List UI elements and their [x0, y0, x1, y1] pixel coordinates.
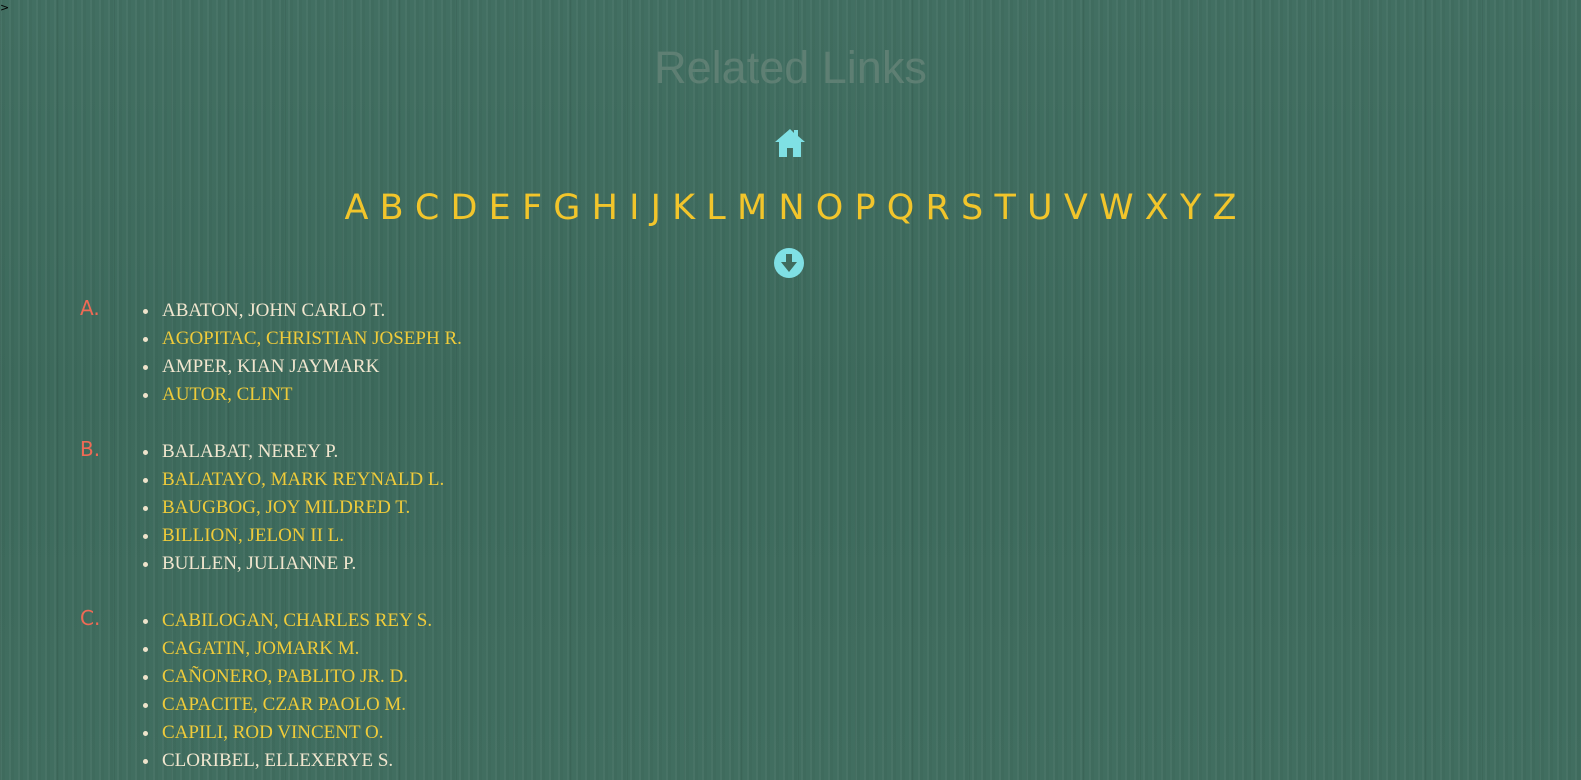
name-list: BALABAT, NEREY P. BALATAYO, MARK REYNALD …: [142, 438, 444, 578]
section-letter: C.: [80, 606, 101, 630]
alpha-link-r[interactable]: R: [926, 188, 950, 228]
name-link[interactable]: AUTOR, CLINT: [143, 381, 462, 409]
alpha-link-w[interactable]: W: [1099, 188, 1134, 228]
name-link[interactable]: CAPILI, ROD VINCENT O.: [142, 719, 432, 747]
name-link[interactable]: CLORIBEL, ELLEXERYE S.: [142, 747, 432, 775]
name-link[interactable]: CAGATIN, JOMARK M.: [142, 635, 432, 663]
name-link[interactable]: BALATAYO, MARK REYNALD L.: [142, 466, 444, 494]
alpha-link-u[interactable]: U: [1027, 188, 1053, 228]
name-link[interactable]: CAÑONERO, PABLITO JR. D.: [142, 663, 432, 691]
alpha-link-f[interactable]: F: [522, 188, 542, 228]
alpha-link-i[interactable]: I: [629, 188, 639, 228]
alpha-link-c[interactable]: C: [415, 188, 439, 228]
alpha-link-e[interactable]: E: [489, 188, 511, 228]
alpha-link-m[interactable]: M: [737, 188, 767, 228]
section-letter: B.: [80, 437, 101, 461]
name-link[interactable]: CAPACITE, CZAR PAOLO M.: [142, 691, 432, 719]
name-link[interactable]: CABILOGAN, CHARLES REY S.: [142, 607, 432, 635]
alpha-link-x[interactable]: X: [1145, 188, 1169, 228]
alpha-link-l[interactable]: L: [706, 188, 726, 228]
alpha-link-o[interactable]: O: [816, 188, 844, 228]
alpha-link-q[interactable]: Q: [887, 188, 915, 228]
section-letter: A.: [80, 296, 100, 320]
name-link[interactable]: BALABAT, NEREY P.: [142, 438, 444, 466]
alpha-link-d[interactable]: D: [450, 188, 477, 228]
name-link[interactable]: ABATON, JOHN CARLO T.: [143, 297, 462, 325]
alpha-link-j[interactable]: J: [651, 188, 661, 228]
alpha-link-a[interactable]: A: [345, 188, 369, 228]
alpha-link-n[interactable]: N: [778, 188, 804, 228]
alpha-link-g[interactable]: G: [553, 188, 580, 228]
alpha-link-t[interactable]: T: [994, 188, 1015, 228]
alpha-link-k[interactable]: K: [672, 188, 695, 228]
page-title: Related Links: [654, 42, 927, 93]
alpha-link-h[interactable]: H: [592, 188, 618, 228]
name-link[interactable]: AGOPITAC, CHRISTIAN JOSEPH R.: [143, 325, 462, 353]
alphabet-nav: ABCDEFGHIJKLMNOPQRSTUVWXYZ: [0, 186, 1581, 230]
alpha-link-s[interactable]: S: [961, 188, 983, 228]
arrow-down-circle-icon[interactable]: [773, 247, 805, 279]
name-list: ABATON, JOHN CARLO T. AGOPITAC, CHRISTIAN…: [143, 297, 462, 409]
home-icon[interactable]: [773, 127, 807, 159]
name-link[interactable]: BILLION, JELON II L.: [142, 522, 444, 550]
name-link[interactable]: BAUGBOG, JOY MILDRED T.: [142, 494, 444, 522]
name-list: CABILOGAN, CHARLES REY S. CAGATIN, JOMARK…: [142, 607, 432, 775]
name-link[interactable]: AMPER, KIAN JAYMARK: [143, 353, 462, 381]
name-link[interactable]: BULLEN, JULIANNE P.: [142, 550, 444, 578]
alpha-link-b[interactable]: B: [380, 188, 404, 228]
alpha-link-y[interactable]: Y: [1180, 188, 1201, 228]
alpha-link-v[interactable]: V: [1064, 188, 1088, 228]
alpha-link-p[interactable]: P: [854, 188, 875, 228]
alpha-link-z[interactable]: Z: [1213, 188, 1237, 228]
stray-glyph: >: [0, 1, 10, 14]
